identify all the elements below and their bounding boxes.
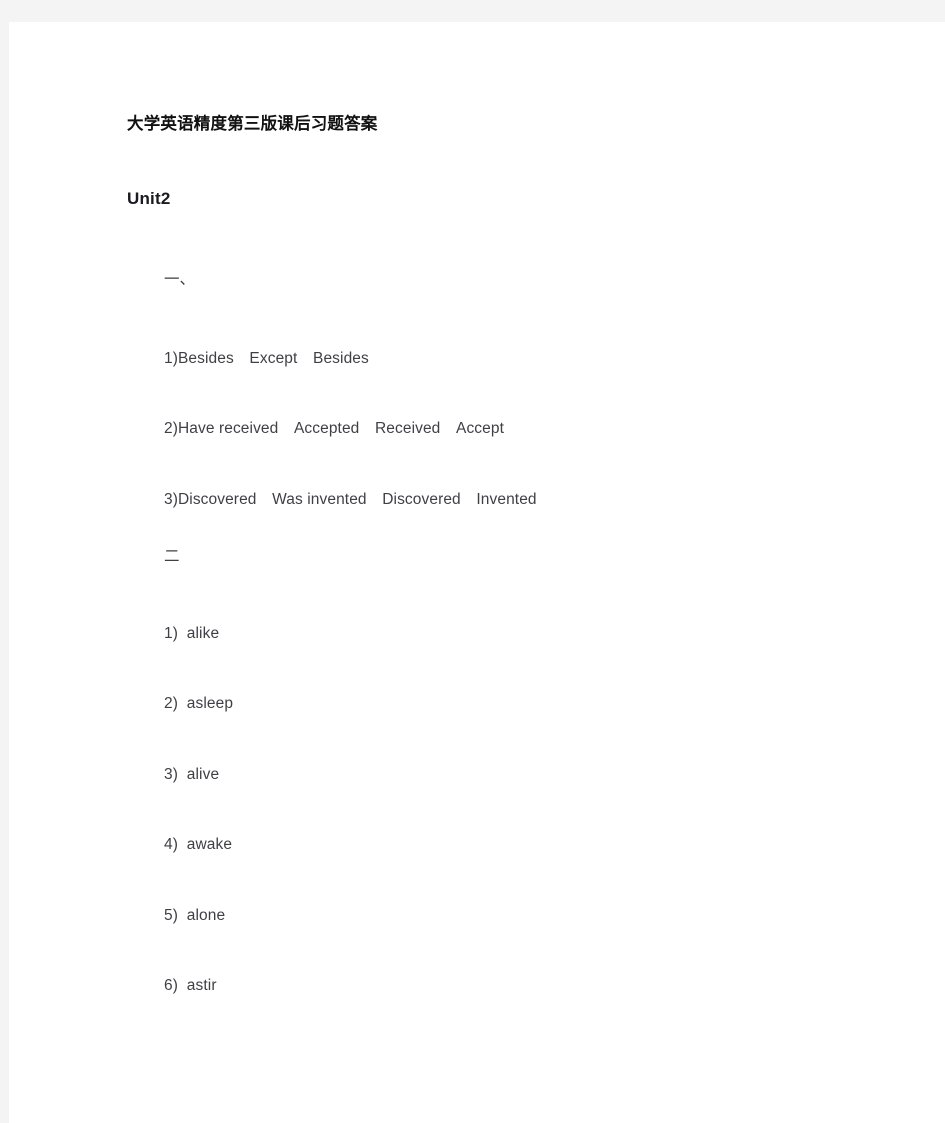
answer-line-2: 2)Have received Accepted Received Accept bbox=[164, 420, 504, 437]
list-item-1: 1) alike bbox=[164, 625, 220, 642]
answer-line-1: 1)Besides Except Besides bbox=[164, 350, 369, 367]
unit-heading: Unit2 bbox=[127, 189, 171, 208]
page-title: 大学英语精度第三版课后习题答案 bbox=[127, 115, 378, 133]
list-item-5: 5) alone bbox=[164, 907, 226, 924]
list-item-2: 2) asleep bbox=[164, 695, 234, 712]
list-item-6: 6) astir bbox=[164, 977, 217, 994]
section-marker-two: 二 bbox=[164, 548, 180, 565]
list-item-3: 3) alive bbox=[164, 766, 220, 783]
document-page: 大学英语精度第三版课后习题答案 Unit2 一、 1)Besides Excep… bbox=[9, 22, 945, 1123]
section-marker-one: 一、 bbox=[164, 271, 196, 288]
list-item-4: 4) awake bbox=[164, 836, 233, 853]
answer-line-3: 3)Discovered Was invented Discovered Inv… bbox=[164, 491, 537, 508]
